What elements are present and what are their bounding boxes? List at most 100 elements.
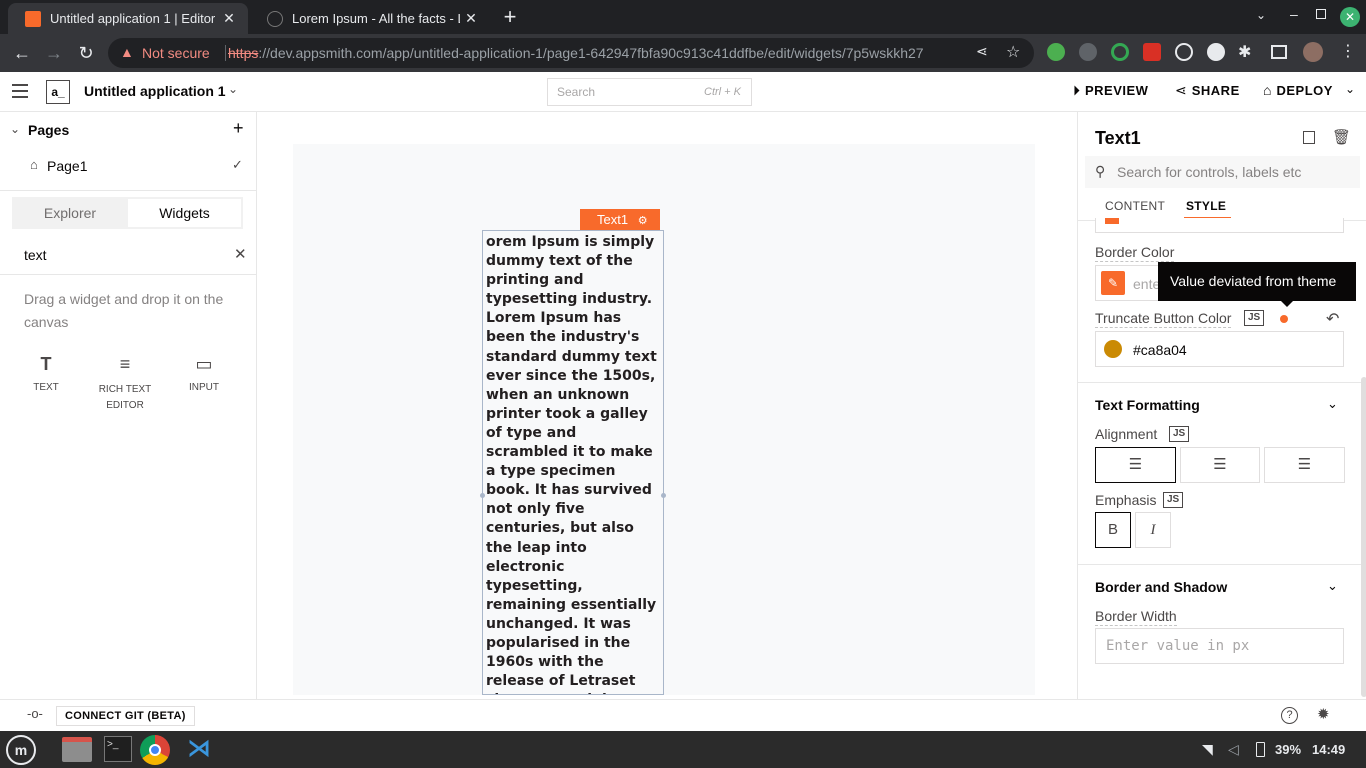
- widget-card-input[interactable]: ▭ INPUT: [172, 354, 236, 414]
- align-left-button[interactable]: ☰: [1095, 447, 1176, 483]
- volume-muted-icon[interactable]: ◁: [1228, 741, 1239, 758]
- deploy-button[interactable]: ⌂ DEPLOY: [1263, 82, 1333, 98]
- main-canvas[interactable]: Text1 ⚙ orem Ipsum is simply dummy text …: [293, 144, 1035, 695]
- reload-icon[interactable]: ↻: [74, 41, 98, 65]
- address-bar[interactable]: ▲ Not secure https://dev.appsmith.com/ap…: [108, 38, 1034, 68]
- close-tab-icon[interactable]: ✕: [460, 10, 482, 27]
- vscode-icon[interactable]: ⋊: [186, 736, 212, 762]
- italic-button[interactable]: I: [1135, 512, 1171, 548]
- widget-search-input[interactable]: text: [24, 247, 47, 263]
- bookmark-star-icon[interactable]: ☆: [1006, 42, 1020, 62]
- tab-lorem[interactable]: Lorem Ipsum - All the facts - L ✕: [250, 3, 490, 34]
- resize-handle-left[interactable]: [480, 493, 485, 498]
- help-icon[interactable]: ?: [1281, 707, 1298, 724]
- sidebar-icon[interactable]: [1271, 45, 1287, 59]
- widget-name-title[interactable]: Text1: [1095, 128, 1141, 149]
- terminal-icon[interactable]: >_: [104, 736, 132, 762]
- more-menu-icon[interactable]: ⋮: [1340, 41, 1356, 61]
- share-button[interactable]: ⋖ SHARE: [1175, 82, 1240, 99]
- truncate-color-input[interactable]: #ca8a04: [1095, 331, 1344, 367]
- clock[interactable]: 14:49: [1312, 742, 1345, 757]
- resize-handle-right[interactable]: [661, 493, 666, 498]
- divider: [225, 45, 226, 61]
- extension-ring-icon[interactable]: [1111, 43, 1129, 61]
- hamburger-menu-icon[interactable]: [12, 84, 28, 98]
- extension-white-icon[interactable]: [1207, 43, 1225, 61]
- bold-button[interactable]: B: [1095, 512, 1131, 548]
- extension-shield-icon[interactable]: [1047, 43, 1065, 61]
- close-tab-icon[interactable]: ✕: [218, 10, 240, 27]
- widget-card-rich-text-editor[interactable]: ≡ RICH TEXT EDITOR: [93, 354, 157, 414]
- tab-search-icon[interactable]: ⌄: [1256, 8, 1266, 22]
- widget-card-text[interactable]: T TEXT: [14, 354, 78, 414]
- pencil-icon[interactable]: ✎: [1101, 271, 1125, 295]
- drag-hint: Drag a widget and drop it on the canvas: [24, 291, 224, 330]
- tab-widgets[interactable]: Widgets: [128, 199, 241, 227]
- tab-editor[interactable]: Untitled application 1 | Editor ✕: [8, 3, 248, 34]
- git-commit-icon: -o-: [27, 706, 43, 721]
- property-search-input[interactable]: Search for controls, labels etc: [1117, 164, 1301, 180]
- chevron-down-icon[interactable]: ⌄: [1327, 396, 1338, 412]
- chevron-down-icon[interactable]: ⌄: [1327, 578, 1338, 594]
- js-toggle[interactable]: JS: [1244, 310, 1265, 326]
- tab-explorer[interactable]: Explorer: [12, 197, 128, 229]
- deploy-chevron-icon[interactable]: ⌄: [1345, 82, 1355, 96]
- text-formatting-title[interactable]: Text Formatting: [1095, 397, 1200, 413]
- scrollbar[interactable]: [1361, 377, 1366, 697]
- property-pane: Text1 🗑 ⚲ Search for controls, labels et…: [1077, 112, 1366, 699]
- align-right-button[interactable]: ☰: [1264, 447, 1345, 483]
- profile-avatar[interactable]: [1303, 42, 1323, 62]
- explorer-widgets-switch: Explorer Widgets: [12, 197, 243, 229]
- divider: [1078, 564, 1366, 565]
- close-window-icon[interactable]: ✕: [1340, 7, 1360, 27]
- play-icon: ⏵: [1073, 82, 1080, 98]
- widget-search[interactable]: text ✕: [0, 240, 256, 270]
- settings-icon[interactable]: ⚙: [638, 215, 648, 227]
- appsmith-logo[interactable]: a_: [46, 80, 70, 104]
- minimize-icon[interactable]: –: [1290, 6, 1298, 22]
- color-swatch[interactable]: [1104, 340, 1122, 358]
- copy-icon[interactable]: [1303, 131, 1315, 144]
- previous-color-field[interactable]: [1095, 218, 1344, 233]
- battery-icon[interactable]: [1256, 742, 1265, 757]
- border-width-input[interactable]: Enter value in px: [1095, 628, 1344, 664]
- extension-red-icon[interactable]: [1143, 43, 1161, 61]
- debugger-bug-icon[interactable]: ✹: [1317, 705, 1330, 723]
- connect-git-button[interactable]: CONNECT GIT (BETA): [56, 706, 195, 726]
- widget-name-tag[interactable]: Text1 ⚙: [580, 209, 660, 230]
- collapse-chevron-icon[interactable]: ⌄: [10, 122, 20, 136]
- divider: [0, 274, 256, 275]
- omnibar-search[interactable]: Search Ctrl + K: [547, 78, 752, 106]
- add-page-icon[interactable]: +: [233, 118, 244, 139]
- maximize-icon[interactable]: [1316, 9, 1326, 19]
- js-toggle[interactable]: JS: [1163, 492, 1184, 508]
- forward-icon[interactable]: →: [42, 41, 66, 65]
- border-shadow-title[interactable]: Border and Shadow: [1095, 579, 1227, 595]
- back-icon[interactable]: ←: [10, 41, 34, 65]
- mint-menu-icon[interactable]: m: [6, 735, 36, 765]
- app-name[interactable]: Untitled application 1: [84, 83, 226, 99]
- tab-content[interactable]: CONTENT: [1105, 199, 1165, 213]
- share-icon[interactable]: ⋖: [976, 43, 988, 60]
- github-icon[interactable]: [1175, 43, 1193, 61]
- files-icon[interactable]: [62, 737, 92, 762]
- align-center-button[interactable]: ☰: [1180, 447, 1260, 483]
- chevron-down-icon[interactable]: ⌄: [228, 82, 238, 96]
- preview-button[interactable]: ⏵ PREVIEW: [1073, 82, 1148, 99]
- page-item-page1[interactable]: ⌂ Page1 ✓: [0, 151, 256, 181]
- tab-style[interactable]: STYLE: [1186, 199, 1226, 213]
- text-widget[interactable]: orem Ipsum is simply dummy text of the p…: [482, 230, 664, 695]
- property-search[interactable]: ⚲ Search for controls, labels etc: [1085, 156, 1360, 188]
- wifi-icon[interactable]: ◥: [1202, 741, 1213, 758]
- puzzle-icon[interactable]: ✱: [1238, 42, 1251, 62]
- chrome-icon[interactable]: [140, 735, 170, 765]
- js-toggle[interactable]: JS: [1169, 426, 1190, 442]
- reset-icon[interactable]: ↶: [1326, 309, 1339, 329]
- extension-icon[interactable]: [1079, 43, 1097, 61]
- clear-search-icon[interactable]: ✕: [234, 245, 247, 263]
- share-icon: ⋖: [1175, 82, 1187, 98]
- new-tab-icon[interactable]: +: [500, 5, 520, 29]
- delete-icon[interactable]: 🗑: [1332, 128, 1351, 146]
- truncate-button-color-label: Truncate Button Color: [1095, 310, 1232, 328]
- tab-title: Untitled application 1 | Editor: [50, 11, 216, 26]
